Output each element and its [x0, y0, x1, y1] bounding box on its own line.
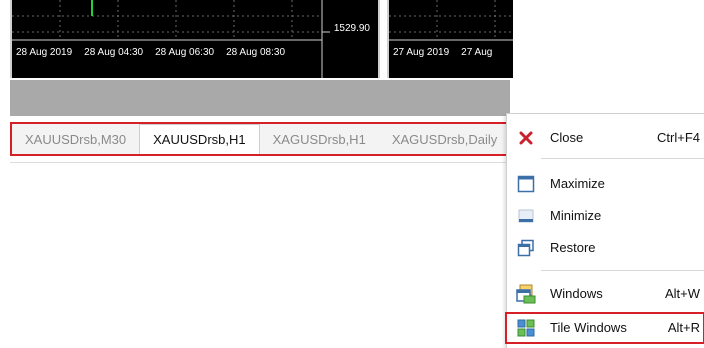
menu-item-label: Minimize — [550, 208, 602, 223]
shortcut-label: Alt+W — [664, 286, 700, 301]
shortcut-label: Ctrl+F4 — [657, 130, 700, 145]
chart-grid — [12, 0, 330, 78]
time-label: 28 Aug 2019 — [16, 47, 73, 58]
workspace-background — [10, 80, 510, 116]
maximize-icon — [513, 174, 539, 194]
price-label: 1529.90 — [333, 23, 370, 34]
windows-icon — [513, 284, 539, 304]
chart-tab-bar: XAUUSDrsb,M30 XAUUSDrsb,H1 XAGUSDrsb,H1 … — [10, 118, 510, 163]
menu-item-label: Restore — [550, 240, 596, 255]
close-icon — [513, 128, 539, 148]
tab-strip-highlight: XAUUSDrsb,M30 XAUUSDrsb,H1 XAGUSDrsb,H1 … — [10, 122, 508, 156]
chart-grid — [389, 0, 513, 41]
time-label: 28 Aug 04:30 — [84, 47, 144, 58]
time-axis: 27 Aug 2019 27 Aug — [393, 47, 492, 58]
tab-xagusd-h1[interactable]: XAGUSDrsb,H1 — [260, 132, 379, 147]
menu-item-label: Windows — [550, 286, 603, 301]
menu-item-windows[interactable]: Windows Alt+W — [507, 278, 704, 309]
menu-item-label: Maximize — [550, 176, 605, 191]
menu-separator — [541, 270, 704, 271]
tab-xagusd-daily[interactable]: XAGUSDrsb,Daily — [379, 132, 506, 147]
chart-window-xauusd-h1[interactable]: 1529.90 28 Aug 2019 28 Aug 04:30 28 Aug … — [10, 0, 380, 78]
tab-xauusd-h1[interactable]: XAUUSDrsb,H1 — [139, 124, 260, 154]
time-label: 27 Aug 2019 — [393, 47, 450, 58]
menu-item-restore[interactable]: Restore — [507, 232, 704, 263]
menu-item-maximize[interactable]: Maximize — [507, 168, 704, 199]
menu-item-close[interactable]: Close Ctrl+F4 — [507, 122, 704, 153]
minimize-icon — [513, 206, 539, 226]
time-axis: 28 Aug 2019 28 Aug 04:30 28 Aug 06:30 28… — [16, 47, 285, 58]
menu-separator — [541, 158, 704, 159]
time-label: 28 Aug 08:30 — [226, 47, 286, 58]
chart-window-xagusd[interactable]: 27 Aug 2019 27 Aug — [387, 0, 513, 78]
time-label: 27 Aug — [461, 47, 493, 58]
menu-item-label: Close — [550, 130, 584, 145]
tab-xauusd-m30[interactable]: XAUUSDrsb,M30 — [12, 132, 139, 147]
tab-context-menu: Close Ctrl+F4 Maximize Minimize Restore … — [505, 113, 704, 348]
restore-icon — [513, 238, 539, 258]
menu-item-minimize[interactable]: Minimize — [507, 200, 704, 231]
time-label: 28 Aug 06:30 — [155, 47, 215, 58]
tile-windows-highlight — [505, 312, 704, 344]
